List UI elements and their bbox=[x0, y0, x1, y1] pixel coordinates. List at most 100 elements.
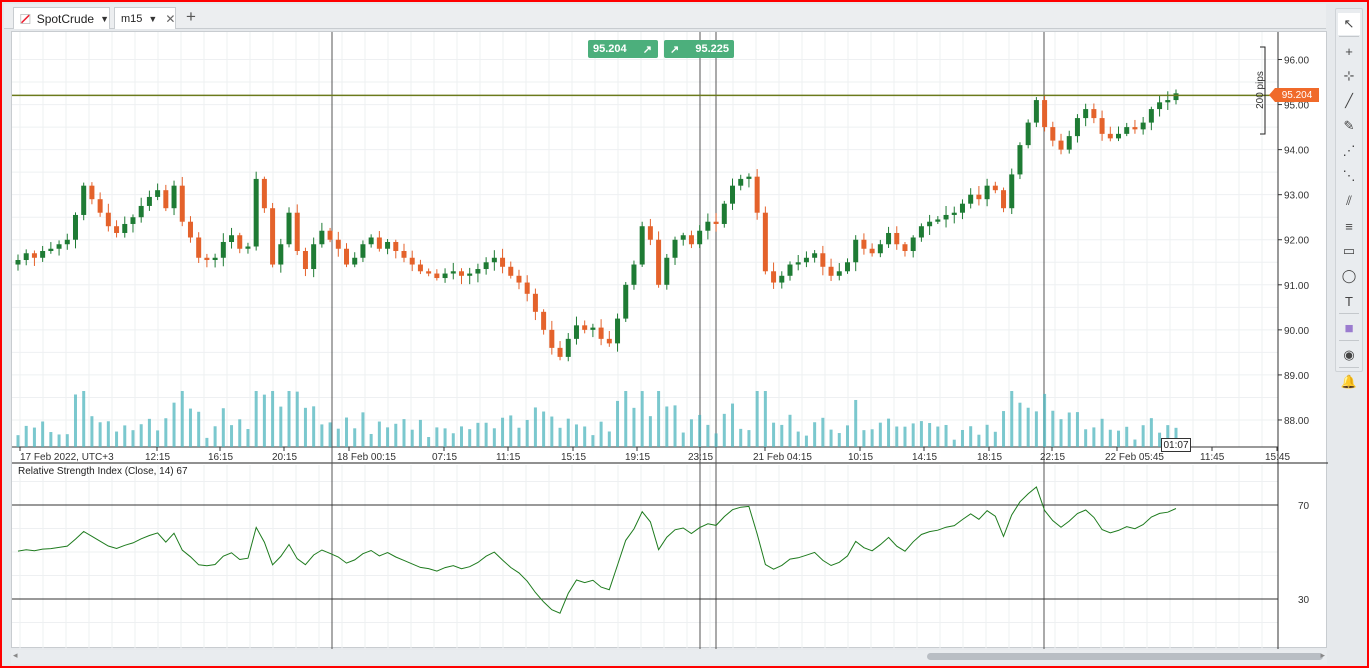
volume-bar bbox=[624, 391, 628, 447]
candle-body bbox=[344, 248, 350, 265]
volume-bar bbox=[878, 422, 882, 447]
candle-body bbox=[458, 271, 464, 276]
volume-bar bbox=[418, 419, 422, 447]
time-tick-label: 22:15 bbox=[1040, 452, 1065, 463]
candle-body bbox=[738, 178, 744, 186]
candle-body bbox=[664, 257, 670, 285]
volume-bar bbox=[632, 407, 636, 447]
chart-canvas[interactable]: 96.00 95.00 94.00 93.00 92.00 91.00 90.00 89.00… bbox=[12, 32, 1328, 649]
candle-body bbox=[48, 248, 54, 252]
camera-icon[interactable]: ◉ bbox=[1338, 344, 1360, 366]
time-tick-label: 18:15 bbox=[977, 452, 1002, 463]
volume-bar bbox=[221, 408, 225, 447]
brush-icon[interactable]: ✎ bbox=[1338, 115, 1360, 137]
candle-body bbox=[64, 239, 70, 245]
volume-bar bbox=[492, 428, 496, 447]
candle-body bbox=[959, 203, 965, 213]
rectangle-icon[interactable]: ▭ bbox=[1338, 240, 1360, 262]
volume-bar bbox=[657, 391, 661, 447]
volume-bar bbox=[722, 413, 726, 447]
volume-bar bbox=[1018, 402, 1022, 447]
volume-bar bbox=[1067, 412, 1071, 447]
candle-body bbox=[1009, 174, 1015, 209]
time-tick-label: 12:15 bbox=[145, 452, 170, 463]
chart-area[interactable]: 96.00 95.00 94.00 93.00 92.00 91.00 90.00 89.00… bbox=[11, 31, 1328, 649]
fib-icon[interactable]: ⋰ bbox=[1338, 140, 1360, 162]
ellipse-icon[interactable]: ◯ bbox=[1338, 265, 1360, 287]
current-price-tag: 95.204 bbox=[1269, 88, 1319, 102]
volume-bar bbox=[1043, 393, 1047, 447]
chevron-down-icon[interactable]: ▼ bbox=[100, 14, 109, 24]
buy-badge[interactable]: ↗ 95.225 bbox=[664, 40, 734, 58]
fib-retracement-icon[interactable]: ≡ bbox=[1338, 215, 1360, 237]
candle-body bbox=[23, 253, 29, 261]
candle-body bbox=[1148, 109, 1154, 123]
candle-body bbox=[721, 203, 727, 224]
candle-body bbox=[828, 266, 834, 276]
volume-bar bbox=[862, 430, 866, 447]
tab-bar: SpotCrude ▼ m15 ▼ ✕ + bbox=[4, 4, 1326, 29]
volume-bar bbox=[936, 426, 940, 447]
rsi-level-label: 70 bbox=[1298, 501, 1310, 512]
chevron-down-icon[interactable]: ▼ bbox=[148, 14, 157, 24]
candle-body bbox=[1033, 100, 1039, 123]
candle-body bbox=[1083, 109, 1089, 119]
volume-bar bbox=[131, 430, 135, 447]
fib-fan-icon[interactable]: ⋱ bbox=[1338, 165, 1360, 187]
tab-timeframe[interactable]: m15 ▼ ✕ bbox=[114, 7, 176, 29]
volume-bar bbox=[386, 427, 390, 447]
candle-body bbox=[951, 212, 957, 215]
candle-timer: 01:07 bbox=[1161, 438, 1191, 452]
candle-body bbox=[385, 241, 391, 249]
scroll-thumb[interactable] bbox=[927, 653, 1323, 660]
candle-body bbox=[229, 235, 235, 242]
bell-icon[interactable]: 🔔 bbox=[1338, 371, 1360, 393]
candle-body bbox=[836, 271, 842, 276]
candle-body bbox=[1107, 133, 1113, 139]
volume-bar bbox=[57, 434, 61, 447]
crosshair-icon[interactable]: + bbox=[1338, 40, 1360, 62]
sell-badge[interactable]: 95.204 ↗ bbox=[588, 40, 658, 58]
volume-bar bbox=[279, 406, 283, 447]
text-icon[interactable]: T bbox=[1338, 290, 1360, 312]
volume-bar bbox=[410, 429, 414, 447]
scroll-left-icon[interactable]: ◂ bbox=[13, 650, 18, 661]
candle-body bbox=[992, 185, 998, 191]
pointer-icon[interactable]: ↖ bbox=[1338, 13, 1360, 35]
close-icon[interactable]: ✕ bbox=[165, 12, 175, 26]
time-tick-label: 11:45 bbox=[1200, 452, 1225, 463]
tab-spotcrude[interactable]: SpotCrude ▼ bbox=[13, 7, 110, 29]
volume-bar bbox=[312, 406, 316, 447]
horizontal-scrollbar[interactable]: ◂ ▸ bbox=[11, 650, 1327, 664]
candle-body bbox=[623, 284, 629, 319]
candle-body bbox=[40, 251, 46, 258]
time-tick-label: 15:15 bbox=[561, 452, 586, 463]
volume-bar bbox=[254, 391, 258, 447]
rsi-level-label: 30 bbox=[1298, 595, 1310, 606]
volume-bar bbox=[591, 435, 595, 447]
channel-icon[interactable]: ⫽ bbox=[1338, 190, 1360, 212]
candle-body bbox=[105, 212, 111, 227]
add-tab-button[interactable]: + bbox=[186, 7, 196, 27]
candle-body bbox=[179, 185, 185, 222]
scroll-right-icon[interactable]: ▸ bbox=[1320, 650, 1325, 661]
candle-body bbox=[639, 226, 645, 265]
color-swatch-icon[interactable]: ■ bbox=[1338, 317, 1360, 339]
timeframe-label: m15 bbox=[121, 12, 143, 25]
candle-body bbox=[130, 217, 136, 224]
line-icon[interactable]: ╱ bbox=[1338, 90, 1360, 112]
volume-bar bbox=[911, 423, 915, 447]
candle-body bbox=[754, 176, 760, 213]
volume-bar bbox=[731, 403, 735, 447]
volume-bar bbox=[73, 394, 77, 447]
candle-body bbox=[319, 230, 325, 245]
candle-body bbox=[869, 248, 875, 254]
crosshair-plus-icon[interactable]: ⊹ bbox=[1338, 65, 1360, 87]
candle-body bbox=[1173, 93, 1179, 101]
candle-body bbox=[877, 244, 883, 254]
candle-body bbox=[409, 257, 415, 265]
candle-body bbox=[294, 212, 300, 252]
volume-bar bbox=[106, 421, 110, 447]
volume-bar bbox=[1133, 439, 1137, 447]
volume-bar bbox=[1100, 418, 1104, 447]
